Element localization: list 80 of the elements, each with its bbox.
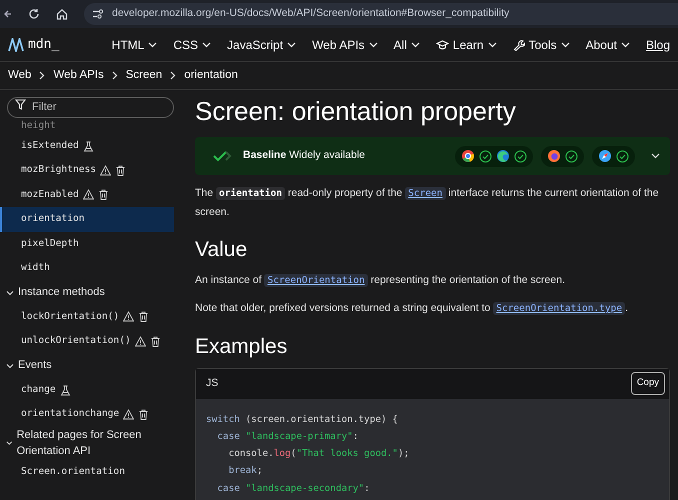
- sidebar-item[interactable]: Screen.orientation: [0, 460, 174, 484]
- check-circle-icon: [514, 150, 527, 163]
- nav-menu[interactable]: About: [586, 36, 630, 54]
- baseline-status: Baseline Widely available: [243, 148, 365, 164]
- logo-text[interactable]: mdn_: [28, 34, 60, 54]
- breadcrumb-link[interactable]: Web: [8, 66, 32, 84]
- browser-logo-icon: [461, 149, 475, 164]
- reload-icon[interactable]: [28, 8, 40, 20]
- nav-menu[interactable]: Tools: [512, 36, 570, 54]
- sidebar-item[interactable]: isExtended: [0, 134, 174, 158]
- chevron-down-icon: [287, 42, 296, 48]
- code-line: console.log("That looks good.");: [228, 447, 410, 462]
- filter-field[interactable]: Filter: [7, 96, 174, 118]
- nav-menu[interactable]: CSS: [173, 36, 212, 54]
- code-link[interactable]: ScreenOrientation.type: [493, 302, 626, 316]
- section-heading: Examples: [195, 334, 288, 360]
- sidebar-item[interactable]: pixelDepth: [0, 232, 174, 256]
- code-link[interactable]: ScreenOrientation: [264, 274, 368, 288]
- code-line: case "landscape-secondary":: [216, 482, 371, 496]
- code-link[interactable]: Screen: [405, 187, 446, 200]
- filter-icon: [15, 99, 26, 110]
- sidebar-item[interactable]: height: [0, 119, 174, 134]
- chevron-down-icon: [6, 362, 14, 370]
- sidebar-item[interactable]: change: [0, 378, 174, 402]
- browser-logo-icon: [547, 149, 561, 164]
- browser-logo-icon: [598, 149, 612, 164]
- logo-icon[interactable]: [8, 38, 24, 52]
- copy-button[interactable]: Copy: [630, 372, 665, 395]
- home-icon[interactable]: [56, 8, 68, 20]
- nav-menu[interactable]: Web APIs: [312, 36, 378, 54]
- sidebar-item[interactable]: mozEnabled: [0, 182, 174, 208]
- nav-menu[interactable]: Learn: [436, 36, 497, 54]
- code-line: break;: [228, 464, 264, 478]
- check-circle-icon: [616, 150, 629, 163]
- sidebar-item[interactable]: lockOrientation(): [0, 304, 174, 330]
- sidebar-item[interactable]: orientation: [0, 207, 174, 232]
- check-circle-icon: [479, 150, 492, 163]
- chevron-down-icon: [6, 288, 14, 297]
- url-text: developer.mozilla.org/en-US/docs/Web/API/Screen/orientation#Browser_compatibility: [112, 6, 510, 22]
- chevron-down-icon: [6, 439, 13, 448]
- chevron-down-icon: [560, 42, 570, 48]
- back-arrow-icon[interactable]: [4, 9, 12, 19]
- site-info-icon[interactable]: [92, 8, 104, 20]
- chevron-down-icon: [368, 42, 378, 48]
- chevron-down-icon: [410, 42, 420, 48]
- sidebar-section[interactable]: Related pages for Screen Orientation API: [0, 426, 182, 460]
- sidebar-section[interactable]: Events: [0, 354, 182, 378]
- paragraph: The orientation read-only property of the Screen interface returns the current orientation of the screen.: [195, 186, 660, 220]
- sidebar-item[interactable]: width: [0, 256, 174, 280]
- sidebar-item[interactable]: orientationchange: [0, 402, 174, 427]
- code-line: case "landscape-primary":: [216, 430, 360, 444]
- chevron-down-icon: [148, 42, 158, 48]
- chevron-right-icon: [39, 71, 46, 80]
- check-circle-icon: [565, 150, 578, 163]
- breadcrumb-link[interactable]: Web APIs: [53, 66, 104, 84]
- section-heading: Value: [195, 237, 248, 262]
- breadcrumb-link[interactable]: orientation: [184, 66, 238, 84]
- nav-menu[interactable]: JavaScript: [227, 36, 296, 54]
- chevron-down-icon: [202, 42, 212, 48]
- language-label: JS: [206, 376, 218, 391]
- nav-menu[interactable]: HTML: [112, 36, 158, 54]
- browser-logo-icon: [496, 149, 510, 164]
- chevron-right-icon: [112, 71, 118, 80]
- nav-menu[interactable]: All: [394, 36, 420, 54]
- sidebar-item[interactable]: mozBrightness: [0, 158, 174, 183]
- code-line: switch (screen.orientation.type) {: [206, 412, 399, 427]
- sidebar-section[interactable]: Instance methods: [0, 280, 182, 305]
- paragraph: An instance of ScreenOrientation representing the orientation of the screen.: [195, 273, 566, 290]
- sidebar-item[interactable]: unlockOrientation(): [0, 329, 174, 354]
- breadcrumb-link[interactable]: Screen: [126, 66, 162, 84]
- chevron-right-icon: [170, 71, 176, 80]
- chevron-down-icon: [488, 42, 497, 48]
- nav-link[interactable]: Blog: [646, 36, 670, 54]
- wrench-icon: [512, 38, 525, 50]
- paragraph: Note that older, prefixed versions returned a string equivalent to ScreenOrientation.type .: [195, 301, 630, 318]
- address-bar[interactable]: developer.mozilla.org/en-US/docs/Web/API/Screen/orientation#Browser_compatibility: [84, 3, 678, 25]
- chevron-down-icon[interactable]: [651, 153, 660, 160]
- chevron-down-icon: [620, 42, 630, 48]
- graduation-cap-icon: [436, 40, 449, 50]
- page-title: Screen: orientation property: [195, 96, 517, 128]
